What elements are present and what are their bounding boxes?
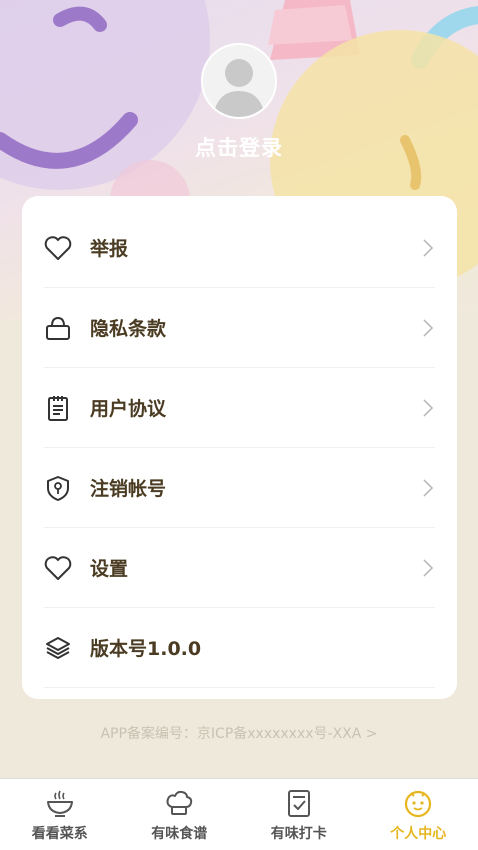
menu-item-version: 版本号1.0.0 xyxy=(44,608,435,688)
chevron-right-icon xyxy=(423,399,434,417)
chef-hat-icon xyxy=(166,790,193,815)
bottom-tab-bar: 看看菜系 有味食谱 有味打卡 个人中心 xyxy=(0,778,478,850)
lock-icon xyxy=(44,314,72,342)
icp-record-link[interactable]: APP备案编号：京ICP备xxxxxxxx号-XXA > xyxy=(0,723,478,743)
heart-icon xyxy=(44,234,72,262)
checkin-icon xyxy=(287,790,310,817)
tab-profile[interactable]: 个人中心 xyxy=(359,779,478,850)
chevron-right-icon xyxy=(423,239,434,257)
login-link[interactable]: 点击登录 xyxy=(0,132,478,162)
menu-item-label: 设置 xyxy=(90,558,129,580)
menu-item-agreement[interactable]: 用户协议 xyxy=(44,368,435,448)
settings-menu: 举报 隐私条款 用户协议 注销帐号 设置 版本号1.0.0 xyxy=(22,196,457,699)
menu-item-label: 隐私条款 xyxy=(90,318,167,340)
menu-item-label: 注销帐号 xyxy=(90,478,167,500)
tab-checkin[interactable]: 有味打卡 xyxy=(239,779,359,850)
tab-label: 有味打卡 xyxy=(270,826,327,842)
tab-label: 看看菜系 xyxy=(31,826,88,842)
notepad-icon xyxy=(44,394,72,422)
menu-item-delete-account[interactable]: 注销帐号 xyxy=(44,448,435,528)
tab-recipes[interactable]: 有味食谱 xyxy=(120,779,240,850)
tab-cuisine[interactable]: 看看菜系 xyxy=(0,779,120,850)
menu-item-settings[interactable]: 设置 xyxy=(44,528,435,608)
chevron-right-icon xyxy=(423,319,434,337)
heart-icon xyxy=(44,554,72,582)
tab-label: 个人中心 xyxy=(390,826,447,842)
tab-label: 有味食谱 xyxy=(151,826,208,842)
avatar[interactable] xyxy=(201,43,277,119)
layers-icon xyxy=(44,634,72,662)
menu-item-privacy[interactable]: 隐私条款 xyxy=(44,288,435,368)
chevron-right-icon xyxy=(423,479,434,497)
smiley-icon xyxy=(405,790,432,818)
menu-item-label: 用户协议 xyxy=(90,398,167,420)
version-label: 版本号1.0.0 xyxy=(90,638,202,660)
bowl-icon xyxy=(46,790,73,817)
shield-key-icon xyxy=(44,474,72,502)
menu-item-label: 举报 xyxy=(90,238,129,260)
chevron-right-icon xyxy=(423,559,434,577)
menu-item-report[interactable]: 举报 xyxy=(44,208,435,288)
